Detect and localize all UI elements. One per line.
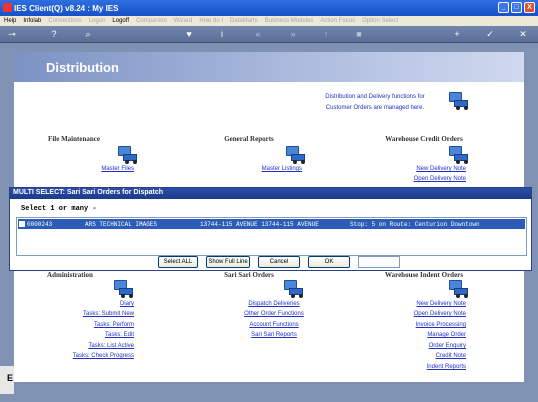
- menu-item-how-do-i: How do I: [199, 18, 224, 24]
- check-icon[interactable]: ✓: [484, 29, 496, 39]
- section-title-general-reports: General Reports: [224, 135, 274, 143]
- link-order-enquiry[interactable]: Order Enquiry: [384, 343, 466, 349]
- menu-item-logoff[interactable]: Logoff: [112, 18, 129, 24]
- multi-select-dialog: MULTI SELECT: Sari Sari Orders for Dispa…: [9, 187, 532, 271]
- order-address: 13744-115 AVENUE 13744-115 AVENUE: [200, 220, 319, 228]
- search-icon[interactable]: ⌕: [82, 29, 94, 39]
- minimize-button[interactable]: _: [498, 2, 509, 13]
- page-title: Distribution: [46, 60, 119, 75]
- link-open-delivery-note[interactable]: Open Delivery Note: [394, 176, 466, 182]
- maximize-button[interactable]: □: [511, 2, 522, 13]
- info-icon[interactable]: i: [216, 29, 228, 39]
- link-account-functions[interactable]: Account Functions: [229, 322, 319, 328]
- administration-icon[interactable]: [112, 280, 134, 300]
- section-title-administration: Administration: [47, 271, 93, 279]
- up-icon[interactable]: ↑: [320, 29, 332, 39]
- order-customer: ARS TECHNICAL IMAGES: [85, 220, 158, 228]
- menu-item-help[interactable]: Help: [4, 18, 16, 24]
- menu-item-business-modules: Business Modules: [264, 18, 314, 24]
- link-tasks-edit[interactable]: Tasks: Edit: [54, 332, 134, 338]
- link-master-files[interactable]: Master Files: [74, 166, 134, 172]
- close-button[interactable]: X: [524, 2, 535, 13]
- link-dispatch-deliveries[interactable]: Dispatch Deliveries: [229, 301, 319, 307]
- dialog-title: MULTI SELECT: Sari Sari Orders for Dispa…: [10, 188, 531, 199]
- link-indent-reports[interactable]: Indent Reports: [384, 364, 466, 370]
- link-diary[interactable]: Diary: [54, 301, 134, 307]
- page-banner: Distribution: [14, 52, 524, 82]
- link-tasks-submit-new[interactable]: Tasks: Submit New: [54, 311, 134, 317]
- toolbar: ⊸? ⌕ ♥ i « » ↑ ■ + ✓ ✕: [0, 26, 538, 43]
- section-title-file-maintenance: File Maintenance: [48, 135, 100, 143]
- general-reports-icon[interactable]: [284, 146, 306, 166]
- info-text: Distribution and Delivery functions for …: [310, 92, 450, 114]
- plus-icon[interactable]: +: [451, 29, 463, 39]
- menu-item-connections: Connections: [48, 18, 82, 24]
- section-title-sari-sari-orders: Sari Sari Orders: [224, 271, 274, 279]
- link-indent-open-delivery-note[interactable]: Open Delivery Note: [384, 311, 466, 317]
- order-list[interactable]: 0000243 ARS TECHNICAL IMAGES 13744-115 A…: [16, 217, 527, 256]
- dialog-subtitle: Select 1 or many -: [21, 205, 97, 213]
- show-full-line-button[interactable]: Show Full Line: [206, 256, 250, 268]
- warehouse-indent-icon[interactable]: [447, 280, 469, 300]
- menu-item-datamarts: DataMarts: [230, 18, 258, 24]
- cancel-button[interactable]: Cancel: [258, 256, 300, 268]
- dialog-input[interactable]: [358, 256, 400, 268]
- section-title-warehouse-credit-orders: Warehouse Credit Orders: [385, 135, 463, 143]
- title-bar: IES Client(Q) v8.24 : My IES _ □ X: [0, 0, 538, 16]
- first-icon[interactable]: «: [252, 29, 264, 39]
- info-line: Distribution and Delivery functions for: [325, 94, 425, 100]
- order-code: 0000243: [27, 220, 53, 228]
- link-manage-order[interactable]: Manage Order: [384, 332, 466, 338]
- heart-icon[interactable]: ♥: [183, 29, 195, 39]
- link-credit-note[interactable]: Credit Note: [384, 353, 466, 359]
- row-checkbox[interactable]: [19, 221, 25, 227]
- menu-bar: Help Infolab Connections Logon Logoff Compani…: [0, 16, 538, 26]
- app-icon: [3, 3, 12, 12]
- side-stub-label: E: [7, 373, 14, 383]
- link-tasks-perform[interactable]: Tasks: Perform: [54, 322, 134, 328]
- link-invoice-processing[interactable]: Invoice Processing: [384, 322, 466, 328]
- menu-item-wizard: Wizard: [173, 18, 193, 24]
- help-icon[interactable]: ?: [48, 29, 60, 39]
- link-indent-new-delivery-note[interactable]: New Delivery Note: [384, 301, 466, 307]
- window-title: IES Client(Q) v8.24 : My IES: [14, 3, 119, 13]
- key-icon[interactable]: ⊸: [6, 29, 18, 39]
- menu-item-logon: Logon: [88, 18, 106, 24]
- menu-item-infolab[interactable]: Infolab: [23, 18, 41, 24]
- last-icon[interactable]: »: [287, 29, 299, 39]
- select-all-button[interactable]: Select ALL: [158, 256, 198, 268]
- close-icon[interactable]: ✕: [517, 29, 529, 39]
- info-line: Customer Orders are managed here.: [325, 105, 425, 111]
- link-tasks-check-progress[interactable]: Tasks: Check Progress: [54, 353, 134, 359]
- menu-item-companion: Companion: [135, 18, 167, 24]
- link-master-listings[interactable]: Master Listings: [244, 166, 302, 172]
- menu-item-action-focus: Action Focus: [320, 18, 356, 24]
- order-route: Stop: 5 on Route: Centurion Downtown: [350, 220, 480, 228]
- link-tasks-list-active[interactable]: Tasks: List Active: [54, 343, 134, 349]
- link-sari-sari-reports[interactable]: Sari Sari Reports: [229, 332, 319, 338]
- link-other-order-functions[interactable]: Other Order Functions: [229, 311, 319, 317]
- link-new-delivery-note[interactable]: New Delivery Note: [394, 166, 466, 172]
- ok-button[interactable]: OK: [308, 256, 350, 268]
- sari-sari-icon[interactable]: [282, 280, 304, 300]
- square-icon[interactable]: ■: [353, 29, 365, 39]
- menu-item-option-select: Option Select: [362, 18, 399, 24]
- side-stub: E: [0, 366, 14, 394]
- warehouse-credit-icon[interactable]: [447, 146, 469, 166]
- order-row[interactable]: 0000243 ARS TECHNICAL IMAGES 13744-115 A…: [18, 219, 525, 229]
- status-bar: [0, 396, 538, 402]
- distribution-truck-icon: [447, 92, 469, 112]
- file-maintenance-icon[interactable]: [116, 146, 138, 166]
- section-title-warehouse-indent-orders: Warehouse Indent Orders: [384, 271, 464, 279]
